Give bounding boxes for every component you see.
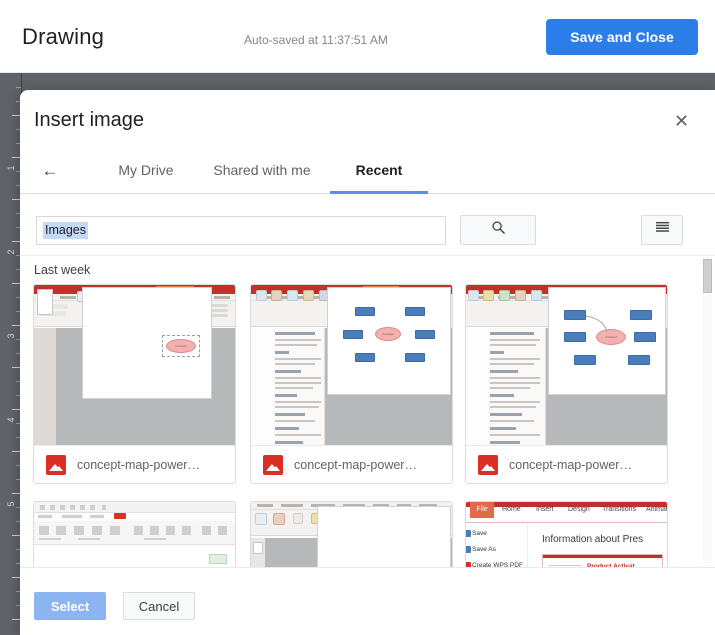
backstage-tab-design: Design [568,506,590,513]
file-thumbnail [34,502,235,567]
ruler-number: 3 [6,333,16,339]
search-input-value: Images [43,222,88,239]
file-card[interactable]: File Home Insert Design Transitions Anim… [465,501,668,567]
backstage-tab-file: File [470,502,494,518]
file-caption: concept-map-power… [34,445,235,483]
backstage-menu-save-as: Save As [466,546,496,553]
backstage-heading: Information about Pres [542,534,644,545]
dialog-title: Insert image [34,109,145,131]
powerpoint-screenshot: Concept [34,285,235,445]
file-thumbnail: Concept [466,285,667,445]
concept-map-screenshot: Concept Map [251,502,452,567]
backstage-menu-save: Save [466,530,487,537]
file-list: Last week Concept concept-map-power… Con… [20,255,715,567]
app-header: Drawing Auto-saved at 11:37:51 AM Save a… [0,0,715,73]
search-button[interactable] [460,215,536,245]
backstage-tab-insert: Insert [536,506,554,513]
vertical-ruler: 1 2 3 4 5 [0,73,22,635]
backstage-tab-animation: Animation [646,506,667,513]
page-title: Drawing [22,24,105,49]
file-card[interactable]: Concept concept-map-power… [250,284,453,484]
file-card[interactable]: Concept Map [250,501,453,567]
powerpoint-screenshot: Concept [466,285,667,445]
autosave-status: Auto-saved at 11:37:51 AM [244,33,388,47]
search-row: Images [20,195,715,255]
file-thumbnail: Concept [251,285,452,445]
search-input[interactable]: Images [36,216,446,245]
select-button[interactable]: Select [34,592,106,620]
list-view-icon [655,221,670,239]
file-name: concept-map-power… [77,457,200,472]
ruler-number: 4 [6,417,16,423]
ruler-number: 2 [6,249,16,255]
save-and-close-button[interactable]: Save and Close [546,19,698,55]
file-group-label: Last week [34,263,91,277]
ruler-number: 1 [6,165,16,171]
dialog-footer: Select Cancel [20,567,715,635]
image-file-icon [478,454,498,475]
dialog-tabbar: ← My Drive Shared with me Recent [20,148,715,194]
file-name: concept-map-power… [294,457,417,472]
backstage-tab-transitions: Transitions [602,506,636,513]
file-caption: concept-map-power… [251,445,452,483]
tab-shared-with-me[interactable]: Shared with me [197,148,327,194]
save-as-icon [466,546,471,553]
tab-recent[interactable]: Recent [330,148,428,194]
cancel-button[interactable]: Cancel [123,592,195,620]
close-icon[interactable]: ✕ [668,109,692,133]
file-list-scrollbar-track[interactable] [703,258,712,566]
backstage-panel: Product Activat [542,554,663,567]
tab-my-drive[interactable]: My Drive [95,148,197,194]
ruler-number: 5 [6,501,16,507]
file-thumbnail: Concept [34,285,235,445]
file-card[interactable]: Concept concept-map-power… [33,284,236,484]
file-thumbnail: Concept Map [251,502,452,567]
file-name: concept-map-power… [509,457,632,472]
file-card[interactable]: Concept concept-map-power… [465,284,668,484]
powerpoint-screenshot: Concept [251,285,452,445]
image-file-icon [263,454,283,475]
save-icon [466,530,471,537]
file-list-scrollbar-thumb[interactable] [703,259,712,293]
search-icon [491,220,506,240]
back-arrow-icon[interactable]: ← [38,160,62,182]
list-view-button[interactable] [641,215,683,245]
file-thumbnail: File Home Insert Design Transitions Anim… [466,502,667,567]
drawing-editor-page: Drawing Auto-saved at 11:37:51 AM Save a… [0,0,715,635]
powerpoint-backstage-screenshot: File Home Insert Design Transitions Anim… [466,502,667,567]
file-caption: concept-map-power… [466,445,667,483]
backstage-tab-home: Home [502,506,521,513]
image-file-icon [46,454,66,475]
word-document-screenshot [34,502,235,567]
file-card[interactable] [33,501,236,567]
